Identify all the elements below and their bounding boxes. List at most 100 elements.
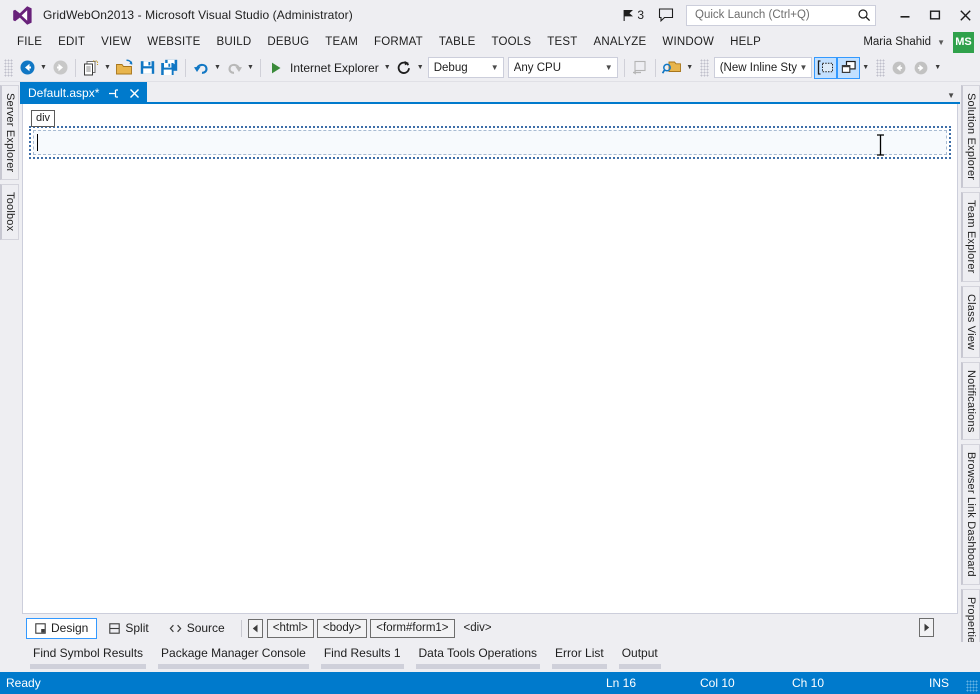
style-toolbar-overflow[interactable]: ▼ xyxy=(684,57,696,79)
target-rule-combo[interactable]: (New Inline Style ▼ xyxy=(713,57,812,78)
undo-arrow-icon xyxy=(193,63,208,74)
navigate-backward-dropdown[interactable]: ▼ xyxy=(38,57,49,79)
account-group[interactable]: Maria Shahid ▼ MS xyxy=(863,30,980,54)
chevron-down-icon[interactable]: ▼ xyxy=(602,63,616,72)
div-element-selection-box[interactable] xyxy=(29,126,951,159)
sidebar-item-notifications[interactable]: Notifications xyxy=(961,361,980,441)
sidebar-item-browser-link-dashboard[interactable]: Browser Link Dashboard xyxy=(961,444,980,586)
menu-build[interactable]: BUILD xyxy=(209,33,258,52)
select-style-target-button[interactable] xyxy=(813,56,837,79)
menu-format[interactable]: FORMAT xyxy=(367,33,430,52)
sidebar-item-class-view[interactable]: Class View xyxy=(961,285,980,358)
solution-platform-value: Any CPU xyxy=(513,61,562,74)
breadcrumb-html[interactable]: <html> xyxy=(266,618,314,638)
nav-toolbar-grip[interactable] xyxy=(875,58,885,77)
menu-edit[interactable]: EDIT xyxy=(51,33,92,52)
dock-tab-find-symbol-results[interactable]: Find Symbol Results xyxy=(30,642,147,669)
refresh-dropdown[interactable]: ▼ xyxy=(415,57,426,79)
navigate-backward-button[interactable] xyxy=(16,57,38,79)
undo-button[interactable] xyxy=(190,57,212,79)
open-file-button[interactable] xyxy=(113,57,136,79)
magnifier-icon[interactable] xyxy=(857,8,871,22)
dock-tab-find-results-1[interactable]: Find Results 1 xyxy=(320,642,404,669)
menu-view[interactable]: VIEW xyxy=(94,33,138,52)
new-item-icon xyxy=(84,59,99,75)
start-debugging-dropdown[interactable]: ▼ xyxy=(382,57,393,79)
save-all-button[interactable] xyxy=(158,57,181,79)
close-icon[interactable] xyxy=(127,85,141,101)
menu-help[interactable]: HELP xyxy=(723,33,768,52)
breadcrumb-body[interactable]: <body> xyxy=(316,618,368,638)
menu-analyze[interactable]: ANALYZE xyxy=(586,33,653,52)
save-button[interactable] xyxy=(136,57,158,79)
add-new-item-dropdown[interactable]: ▼ xyxy=(102,57,113,79)
design-view-label: Design xyxy=(51,621,89,635)
menu-window[interactable]: WINDOW xyxy=(655,33,721,52)
navigate-forward-button[interactable] xyxy=(49,57,71,79)
chevron-down-icon[interactable]: ▼ xyxy=(797,63,810,72)
tab-split-view[interactable]: Split xyxy=(101,618,156,639)
minimize-button[interactable] xyxy=(890,0,920,30)
previous-style-target-button[interactable] xyxy=(888,57,910,79)
selected-element-badge[interactable]: div xyxy=(31,110,56,127)
document-tab-default-aspx[interactable]: Default.aspx* xyxy=(20,82,148,104)
sidebar-item-toolbox[interactable]: Toolbox xyxy=(0,184,19,240)
tab-design-view[interactable]: Design xyxy=(26,617,98,639)
style-application-button[interactable] xyxy=(836,56,860,79)
solution-configuration-combo[interactable]: Debug ▼ xyxy=(427,57,504,78)
breadcrumb-div[interactable]: <div> xyxy=(458,619,498,638)
resize-grip-icon[interactable] xyxy=(966,680,978,692)
breadcrumb-scroll-left[interactable] xyxy=(247,618,263,638)
refresh-button[interactable] xyxy=(393,57,415,79)
quick-launch-input[interactable] xyxy=(693,8,857,22)
chevron-down-icon[interactable]: ▼ xyxy=(947,91,955,100)
solution-platform-combo[interactable]: Any CPU ▼ xyxy=(507,57,618,78)
chevron-down-icon[interactable]: ▼ xyxy=(937,38,945,47)
dock-tab-package-manager-console[interactable]: Package Manager Console xyxy=(158,642,309,669)
start-debugging-label[interactable]: Internet Explorer xyxy=(287,61,382,75)
right-dock-rail: Solution Explorer Team Explorer Class Vi… xyxy=(960,82,980,658)
quick-launch-box[interactable] xyxy=(686,4,876,26)
maximize-button[interactable] xyxy=(920,0,950,30)
feedback-speech-bubble-icon[interactable] xyxy=(658,8,674,22)
style-toolbar-grip[interactable] xyxy=(699,58,709,77)
menu-website[interactable]: WEBSITE xyxy=(140,33,207,52)
design-surface[interactable]: div xyxy=(22,104,958,614)
pin-icon[interactable] xyxy=(106,85,120,101)
next-style-target-button[interactable] xyxy=(910,57,932,79)
tab-source-view[interactable]: Source xyxy=(161,618,233,639)
window-arrow-icon xyxy=(633,60,646,75)
menu-file[interactable]: FILE xyxy=(10,33,49,52)
menu-team[interactable]: TEAM xyxy=(318,33,365,52)
document-area: Default.aspx* ▼ div Design Split Source … xyxy=(20,82,960,642)
sidebar-item-solution-explorer[interactable]: Solution Explorer xyxy=(961,85,980,189)
avatar[interactable]: MS xyxy=(953,31,974,53)
undo-dropdown[interactable]: ▼ xyxy=(212,57,223,79)
add-new-item-button[interactable] xyxy=(80,57,102,79)
menu-debug[interactable]: DEBUG xyxy=(260,33,316,52)
redo-dropdown[interactable]: ▼ xyxy=(245,57,256,79)
start-debugging-button[interactable] xyxy=(265,57,287,79)
dock-tab-data-tools-operations[interactable]: Data Tools Operations xyxy=(415,642,541,669)
menu-table[interactable]: TABLE xyxy=(432,33,483,52)
step-into-new-instance-button[interactable] xyxy=(629,57,651,79)
breadcrumb-scroll-right[interactable] xyxy=(919,618,934,637)
toolbar-grip[interactable] xyxy=(4,58,13,77)
sidebar-item-team-explorer[interactable]: Team Explorer xyxy=(961,192,980,282)
nav-toolbar-overflow[interactable]: ▼ xyxy=(932,57,944,79)
notifications-indicator[interactable]: 3 xyxy=(623,8,644,22)
div-element-content[interactable] xyxy=(33,130,947,155)
dock-tab-output[interactable]: Output xyxy=(618,642,661,669)
menu-tools[interactable]: TOOLS xyxy=(484,33,538,52)
close-button[interactable] xyxy=(950,0,980,30)
sidebar-item-server-explorer[interactable]: Server Explorer xyxy=(0,85,19,181)
redo-button[interactable] xyxy=(223,57,245,79)
redo-arrow-icon xyxy=(227,63,242,74)
breadcrumb-form[interactable]: <form#form1> xyxy=(370,618,455,638)
menu-test[interactable]: TEST xyxy=(540,33,584,52)
forward-circle-icon xyxy=(914,61,928,74)
dock-tab-error-list[interactable]: Error List xyxy=(552,642,607,669)
style-application-overflow[interactable]: ▼ xyxy=(860,57,872,79)
chevron-down-icon[interactable]: ▼ xyxy=(488,63,502,72)
attach-style-sheet-button[interactable] xyxy=(660,57,684,79)
